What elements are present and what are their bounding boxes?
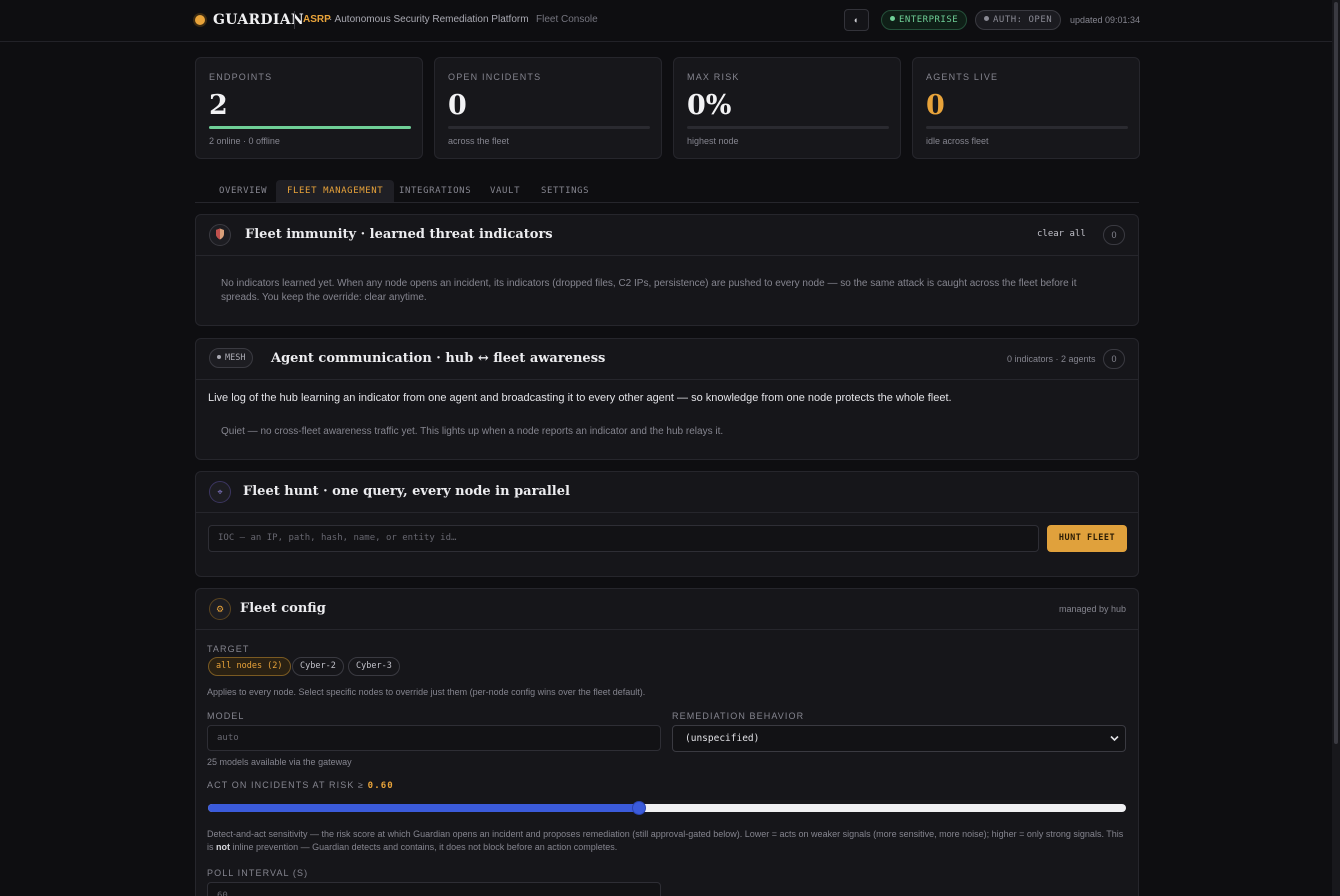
tab-fleet-management[interactable]: FLEET MANAGEMENT [276, 180, 395, 202]
panel-title: Agent communication · hub ↔ fleet awaren… [271, 351, 606, 366]
risk-threshold-slider[interactable] [208, 802, 1126, 814]
tab-bar: OVERVIEW FLEET MANAGEMENT INTEGRATIONS V… [195, 180, 1139, 203]
mesh-meta: 0 indicators · 2 agents [1007, 354, 1096, 364]
model-label: MODEL [207, 711, 245, 721]
panel-title: Fleet hunt · one query, every node in pa… [243, 484, 570, 499]
poll-interval-input[interactable]: 60 [207, 882, 661, 896]
slider-thumb[interactable] [633, 802, 645, 814]
risk-threshold-value: 0.60 [367, 781, 394, 791]
page-scrollbar[interactable] [1332, 0, 1340, 896]
tab-settings[interactable]: SETTINGS [530, 180, 600, 202]
risk-threshold-label-text: ACT ON INCIDENTS AT RISK ≥ [207, 780, 365, 790]
stat-progress-bar [926, 126, 1128, 129]
auth-badge-label: AUTH: OPEN [993, 15, 1053, 25]
panel-header: ⚙ Fleet config managed by hub [196, 589, 1138, 630]
empty-state-text: Quiet — no cross-fleet awareness traffic… [221, 426, 724, 437]
risk-help-text-2: inline prevention — Guardian detects and… [232, 842, 618, 852]
stat-card-open-incidents: OPEN INCIDENTS 0 across the fleet [434, 57, 662, 159]
target-help-text: Applies to every node. Select specific n… [207, 687, 646, 697]
stat-value: 0% [687, 90, 732, 121]
auth-badge: AUTH: OPEN [975, 10, 1062, 30]
hunt-fleet-button[interactable]: HUNT FLEET [1047, 525, 1127, 552]
mesh-badge-label: MESH [225, 353, 246, 363]
stat-value: 0 [926, 90, 945, 121]
scrollbar-thumb[interactable] [1334, 2, 1338, 744]
risk-help-emphasis: not [216, 842, 231, 852]
status-dot-icon [890, 16, 895, 21]
model-help-text: 25 models available via the gateway [207, 757, 352, 767]
stat-progress-bar [448, 126, 650, 129]
mesh-badge: MESH [209, 348, 254, 368]
stat-label: AGENTS LIVE [926, 72, 999, 82]
shield-icon [209, 224, 231, 246]
target-chip-cyber-2[interactable]: Cyber-2 [292, 657, 344, 676]
ioc-search-input[interactable]: IOC — an IP, path, hash, name, or entity… [208, 525, 1039, 552]
panel-header: MESH Agent communication · hub ↔ fleet a… [196, 339, 1138, 380]
status-dot-icon [217, 355, 221, 359]
crosshair-icon: ⌖ [209, 481, 231, 503]
remediation-behavior-label: REMEDIATION BEHAVIOR [672, 711, 805, 721]
product-code: ASRP [303, 14, 331, 25]
stat-label: MAX RISK [687, 72, 740, 82]
agent-communication-panel: MESH Agent communication · hub ↔ fleet a… [195, 338, 1139, 460]
risk-help-text: Detect-and-act sensitivity — the risk sc… [207, 828, 1125, 854]
stat-subtext: idle across fleet [926, 136, 989, 146]
risk-threshold-label: ACT ON INCIDENTS AT RISK ≥ 0.60 [207, 780, 394, 791]
product-name: · Autonomous Security Remediation Platfo… [329, 14, 529, 25]
poll-interval-label: POLL INTERVAL (S) [207, 868, 309, 878]
chevron-down-icon [1110, 735, 1119, 742]
stat-subtext: 2 online · 0 offline [209, 136, 280, 146]
target-label: TARGET [207, 644, 250, 654]
tab-overview[interactable]: OVERVIEW [208, 180, 278, 202]
stat-value: 2 [209, 90, 228, 121]
select-value: (unspecified) [685, 733, 760, 744]
panel-header: ⌖ Fleet hunt · one query, every node in … [196, 472, 1138, 513]
tab-integrations[interactable]: INTEGRATIONS [388, 180, 482, 202]
target-chip-all-nodes[interactable]: all nodes (2) [208, 657, 291, 676]
fleet-hunt-panel: ⌖ Fleet hunt · one query, every node in … [195, 471, 1139, 577]
brand-logo-icon [195, 15, 205, 25]
console-label: Fleet Console [536, 14, 598, 25]
model-input[interactable]: auto [207, 725, 661, 751]
stat-progress-fill [209, 126, 411, 129]
slider-fill [208, 804, 638, 812]
panel-title: Fleet immunity · learned threat indicato… [245, 227, 553, 242]
top-bar: GUARDIAN ASRP · Autonomous Security Reme… [0, 0, 1332, 42]
remediation-behavior-select[interactable]: (unspecified) [672, 725, 1126, 752]
stat-progress-bar [209, 126, 411, 129]
stat-value: 0 [448, 90, 467, 121]
half-circle-icon: ◐ [853, 15, 860, 25]
panel-header: Fleet immunity · learned threat indicato… [196, 215, 1138, 256]
stat-card-agents-live: AGENTS LIVE 0 idle across fleet [912, 57, 1140, 159]
stat-label: ENDPOINTS [209, 72, 273, 82]
fleet-immunity-panel: Fleet immunity · learned threat indicato… [195, 214, 1139, 326]
managed-label: managed by hub [1059, 604, 1127, 614]
empty-state-text: No indicators learned yet. When any node… [221, 278, 1077, 303]
panel-title: Fleet config [240, 601, 326, 616]
updated-timestamp: updated 09:01:34 [1070, 15, 1141, 25]
mesh-description: Live log of the hub learning an indicato… [208, 392, 952, 404]
stat-progress-bar [687, 126, 889, 129]
stat-label: OPEN INCIDENTS [448, 72, 542, 82]
stat-subtext: across the fleet [448, 136, 510, 146]
plan-badge: ENTERPRISE [881, 10, 968, 30]
mesh-count-badge: 0 [1103, 349, 1125, 369]
plan-badge-label: ENTERPRISE [899, 15, 959, 25]
tab-vault[interactable]: VAULT [479, 180, 531, 202]
indicator-count-badge: 0 [1103, 225, 1125, 245]
status-dot-icon [984, 16, 989, 21]
stat-subtext: highest node [687, 136, 739, 146]
divider [294, 11, 295, 29]
brand-name: GUARDIAN [213, 12, 304, 28]
gear-icon: ⚙ [209, 598, 231, 620]
clear-all-button[interactable]: clear all [1037, 229, 1086, 239]
theme-toggle-button[interactable]: ◐ [844, 9, 869, 31]
target-chip-cyber-3[interactable]: Cyber-3 [348, 657, 400, 676]
stat-card-max-risk: MAX RISK 0% highest node [673, 57, 901, 159]
stat-card-endpoints: ENDPOINTS 2 2 online · 0 offline [195, 57, 423, 159]
